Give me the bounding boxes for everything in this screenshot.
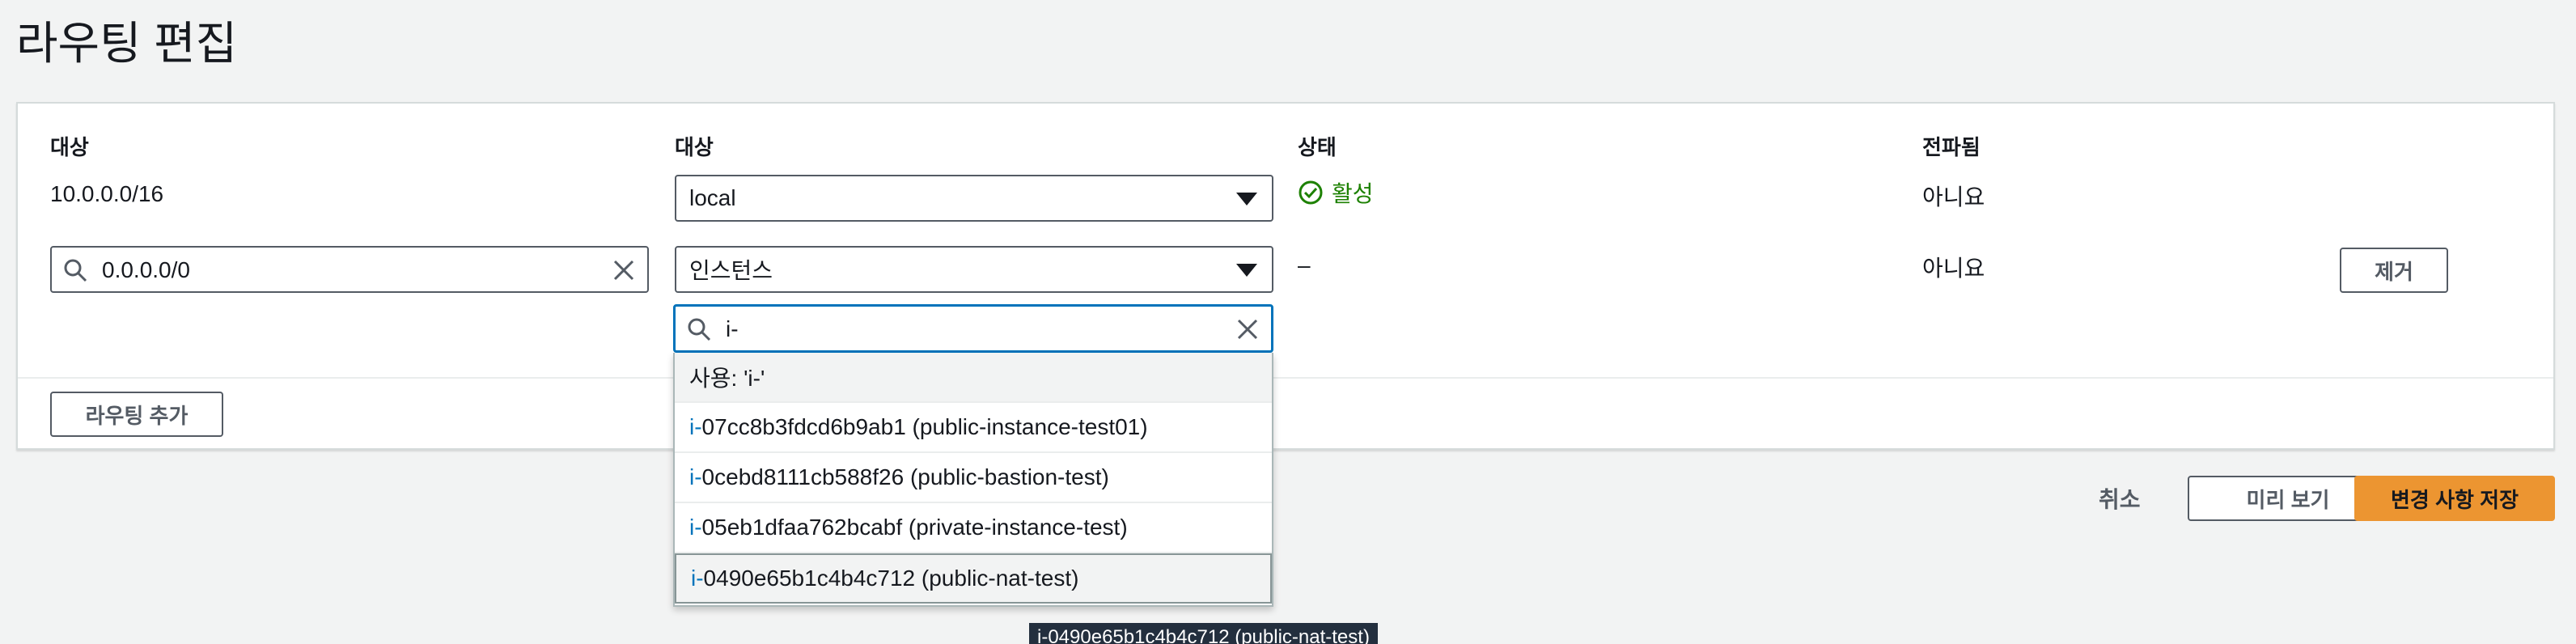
target-select[interactable]: local — [675, 175, 1273, 222]
caret-down-icon — [1236, 193, 1257, 205]
dropdown-option[interactable]: i- 05eb1dfaa762bcabf (private-instance-te… — [675, 503, 1272, 553]
panel-divider — [18, 377, 2553, 379]
caret-down-icon — [1236, 264, 1257, 277]
propagated-value: 아니요 — [1922, 256, 1985, 281]
cancel-button[interactable]: 취소 — [2099, 482, 2141, 515]
match-prefix: i- — [689, 515, 702, 540]
status-badge: 활성 — [1298, 176, 1374, 209]
target-type-select[interactable]: 인스턴스 — [675, 246, 1273, 293]
match-prefix: i- — [689, 414, 702, 439]
propagated-value: 아니요 — [1922, 184, 1985, 210]
remove-button[interactable]: 제거 — [2340, 248, 2448, 293]
close-icon[interactable] — [612, 258, 636, 282]
add-route-button[interactable]: 라우팅 추가 — [50, 392, 223, 437]
destination-input-value: 0.0.0.0/0 — [102, 257, 190, 282]
dropdown-option-hovered[interactable]: i- 0490e65b1c4b4c712 (public-nat-test) — [675, 553, 1272, 604]
col-header-status: 상태 — [1298, 135, 1337, 159]
target-type-value: 인스턴스 — [689, 258, 773, 283]
status-text: 활성 — [1332, 181, 1374, 206]
col-header-propagated: 전파됨 — [1922, 135, 1981, 159]
option-tooltip: i-0490e65b1c4b4c712 (public-nat-test) — [1029, 623, 1378, 644]
destination-input[interactable]: 0.0.0.0/0 — [50, 246, 649, 293]
match-prefix: i- — [689, 464, 702, 489]
option-label: 07cc8b3fdcd6b9ab1 (public-instance-test0… — [701, 414, 1148, 439]
option-label: 0cebd8111cb588f26 (public-bastion-test) — [701, 464, 1109, 489]
status-empty: – — [1298, 252, 1311, 278]
page-title: 라우팅 편집 — [16, 18, 238, 69]
search-icon — [64, 259, 87, 282]
dropdown-option[interactable]: i- 07cc8b3fdcd6b9ab1 (public-instance-tes… — [675, 403, 1272, 453]
save-changes-button[interactable]: 변경 사항 저장 — [2354, 476, 2555, 521]
option-label: 05eb1dfaa762bcabf (private-instance-test… — [701, 515, 1128, 540]
check-circle-icon — [1299, 180, 1323, 205]
target-search-value: i- — [726, 316, 739, 341]
dropdown-option[interactable]: i- 0cebd8111cb588f26 (public-bastion-test… — [675, 453, 1272, 503]
dropdown-use-option[interactable]: 사용: 'i-' — [675, 353, 1272, 403]
col-header-destination: 대상 — [50, 135, 89, 159]
close-icon[interactable] — [1235, 317, 1260, 341]
col-header-target: 대상 — [675, 135, 714, 159]
target-select-value: local — [689, 185, 736, 210]
target-search-input[interactable]: i- — [673, 304, 1273, 353]
route-destination: 10.0.0.0/16 — [50, 181, 164, 206]
match-prefix: i- — [691, 566, 704, 591]
option-label: 0490e65b1c4b4c712 (public-nat-test) — [703, 566, 1079, 591]
search-icon — [688, 318, 711, 341]
instance-dropdown: 사용: 'i-' i- 07cc8b3fdcd6b9ab1 (public-ins… — [673, 353, 1273, 607]
